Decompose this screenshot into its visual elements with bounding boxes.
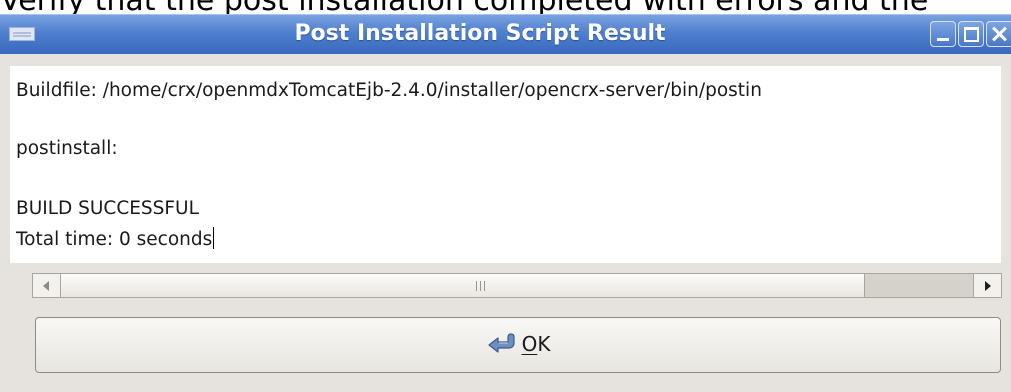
- close-button[interactable]: [986, 21, 1011, 47]
- enter-arrow-icon: [486, 322, 516, 353]
- grip-icon: [476, 281, 485, 291]
- script-output-text[interactable]: Buildfile: /home/crx/openmdxTomcatEjb-2.…: [10, 66, 1001, 263]
- ok-button[interactable]: OK: [35, 317, 1001, 373]
- maximize-button[interactable]: [958, 21, 984, 47]
- title-bar[interactable]: Post Installation Script Result: [0, 14, 1011, 54]
- text-cursor: [213, 227, 215, 249]
- scroll-right-arrow-icon[interactable]: [973, 274, 1001, 297]
- output-line-status: BUILD SUCCESSFUL: [16, 198, 199, 219]
- ok-mnemonic: O: [521, 332, 538, 356]
- output-line-buildfile: Buildfile: /home/crx/openmdxTomcatEjb-2.…: [16, 80, 762, 101]
- horizontal-scrollbar[interactable]: [32, 273, 1002, 298]
- scroll-left-arrow-icon[interactable]: [33, 274, 61, 297]
- dialog-title: Post Installation Script Result: [294, 21, 666, 46]
- ok-button-content: OK: [36, 318, 1000, 372]
- output-line-time: Total time: 0 seconds: [16, 227, 215, 250]
- minimize-button[interactable]: [930, 21, 956, 47]
- output-line-time-text: Total time: 0 seconds: [16, 229, 213, 250]
- output-line-target: postinstall:: [16, 138, 118, 159]
- scrollbar-thumb[interactable]: [61, 274, 865, 297]
- post-install-dialog: Post Installation Script Result Buildfil…: [0, 14, 1011, 392]
- ok-label: K: [537, 332, 551, 356]
